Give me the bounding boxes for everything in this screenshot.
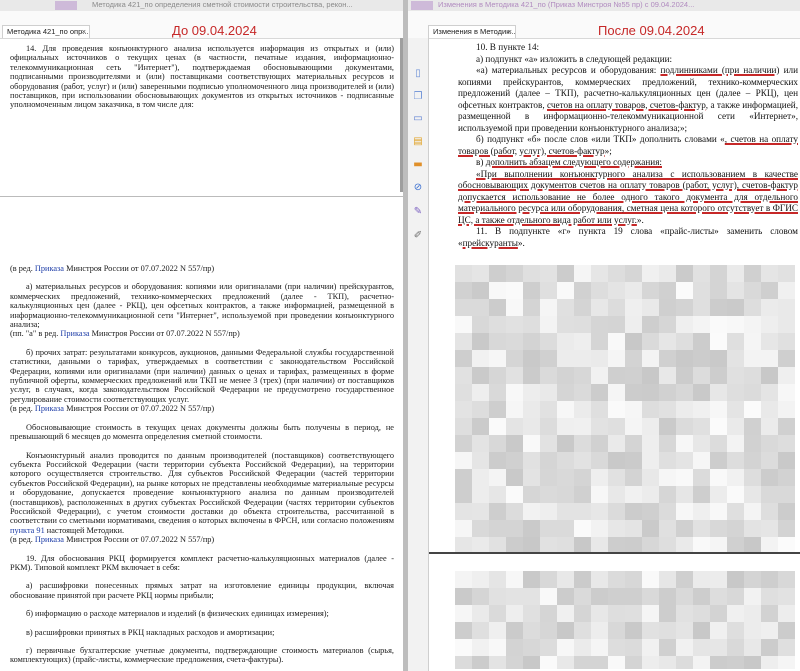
right-window-title: Изменения в Методика 421_по (Приказ Минс…: [438, 0, 695, 9]
highlight-underline: счетов на оплату товаров, счетов-фактур: [547, 99, 706, 110]
ref-link[interactable]: Приказа: [35, 404, 64, 413]
signature-icon[interactable]: ✎: [412, 206, 424, 218]
layers-icon[interactable]: ▤: [412, 136, 424, 148]
right-window-titlebar: Изменения в Методика 421_по (Приказ Минс…: [408, 0, 800, 11]
redaction-block: [411, 1, 433, 10]
new-paragraph-quote: «При выполнении конъюнктурного анализа с…: [458, 168, 798, 225]
documents-paragraph: Обосновывающие стоимость в текущих ценах…: [10, 422, 394, 442]
left-tab-label: Методика 421_по опр...: [7, 27, 89, 36]
left-document-pane[interactable]: Методика 421_по определения сметной стои…: [0, 0, 403, 671]
right-page-body: 10. В пункте 14: а) подпункт «а» изложит…: [458, 42, 798, 249]
list-item-b: б) информацию о расходе материалов и изд…: [26, 609, 329, 619]
left-page-body: (в ред. Приказа Минстроя России от 07.07…: [10, 264, 394, 665]
point-10-header: 10. В пункте 14:: [476, 42, 540, 52]
subpoint-v-text: в) дополнить абзацем следующего содержан…: [476, 157, 662, 167]
left-version-label: До 09.04.2024: [172, 23, 257, 38]
list-item-v: в) расшифровки принятых в РКЦ накладных …: [26, 627, 275, 637]
right-version-label: После 09.04.2024: [598, 23, 705, 38]
amendment-ref: (в ред. Приказа Минстроя России от 07.07…: [10, 535, 215, 545]
redaction-block: [55, 1, 77, 10]
right-tab-label: Изменения в Методик...: [433, 27, 516, 36]
comment-icon[interactable]: ▬: [412, 159, 424, 171]
left-tab-bar: Методика 421_по опр... × До 09.04.2024: [0, 11, 403, 39]
list-item-a: а) расшифровки понесенных прямых затрат …: [10, 581, 394, 600]
page-edge: [428, 38, 429, 671]
point-91-link[interactable]: пункта 91: [10, 526, 45, 535]
point-11-text: 11. В подпункте «г» пункта 19 слова «пра…: [458, 226, 798, 248]
close-icon[interactable]: ×: [82, 26, 86, 38]
list-item-g: г) первичные бухгалтерские учетные докум…: [10, 646, 394, 665]
ref-link[interactable]: Приказа: [35, 264, 64, 273]
amendment-ref: (пп. "а" в ред. Приказа Минстроя России …: [10, 329, 240, 339]
subpoint-b-text: б) подпункт «б» после слов «или ТКП» доп…: [458, 134, 798, 156]
analysis-paragraph: Конъюнктурный анализ проводится по данны…: [10, 450, 394, 535]
subpoint-a-text: «а) материальных ресурсов и оборудования…: [458, 65, 798, 133]
ref-link[interactable]: Приказа: [60, 329, 89, 338]
left-window-title: Методика 421_по определения сметной стои…: [92, 0, 353, 9]
copy-pages-icon[interactable]: ❐: [412, 91, 424, 103]
subparagraph-a: а) материальных ресурсов и оборудования:…: [10, 282, 394, 330]
paragraph-14: 14. Для проведения конъюнктурного анализ…: [10, 44, 394, 110]
highlight-underline: подлинниками (при наличии): [660, 65, 780, 75]
subpoint-a-intro: а) подпункт «а» изложить в следующей ред…: [476, 53, 673, 64]
paragraph-19: 19. Для обоснования РКЦ формируется комп…: [10, 553, 394, 572]
page-break: [0, 196, 403, 197]
amendment-ref: (в ред. Приказа Минстроя России от 07.07…: [10, 404, 215, 414]
left-page-top: 14. Для проведения конъюнктурного анализ…: [10, 44, 394, 110]
pen-icon[interactable]: ✐: [412, 230, 424, 242]
left-document-tab[interactable]: Методика 421_по опр... ×: [2, 25, 90, 38]
right-tab-bar: Изменения в Методик... × После 09.04.202…: [408, 11, 800, 39]
highlight-underline: «При выполнении конъюнктурного анализа с…: [458, 168, 798, 225]
highlight-underline: прейскуранты: [462, 237, 518, 248]
amendment-ref: (в ред. Приказа Минстроя России от 07.07…: [10, 264, 215, 273]
pixelated-redaction: [455, 265, 795, 669]
tools-sidebar: ▯ ❐ ▭ ▤ ▬ ⊘ ✎ ✐: [408, 38, 429, 671]
right-document-tab[interactable]: Изменения в Методик... ×: [428, 25, 516, 38]
page-break: [429, 552, 800, 554]
bookmark-icon[interactable]: ▭: [412, 113, 424, 125]
subparagraph-b: б) прочих затрат: результатами конкурсов…: [10, 347, 394, 404]
left-window-titlebar: Методика 421_по определения сметной стои…: [0, 0, 403, 11]
highlight-underline: дополнить абзацем следующего содержания:: [485, 157, 662, 167]
ref-link[interactable]: Приказа: [35, 535, 64, 544]
page-icon[interactable]: ▯: [412, 68, 424, 80]
attachment-icon[interactable]: ⊘: [412, 182, 424, 194]
close-icon[interactable]: ×: [508, 26, 512, 38]
